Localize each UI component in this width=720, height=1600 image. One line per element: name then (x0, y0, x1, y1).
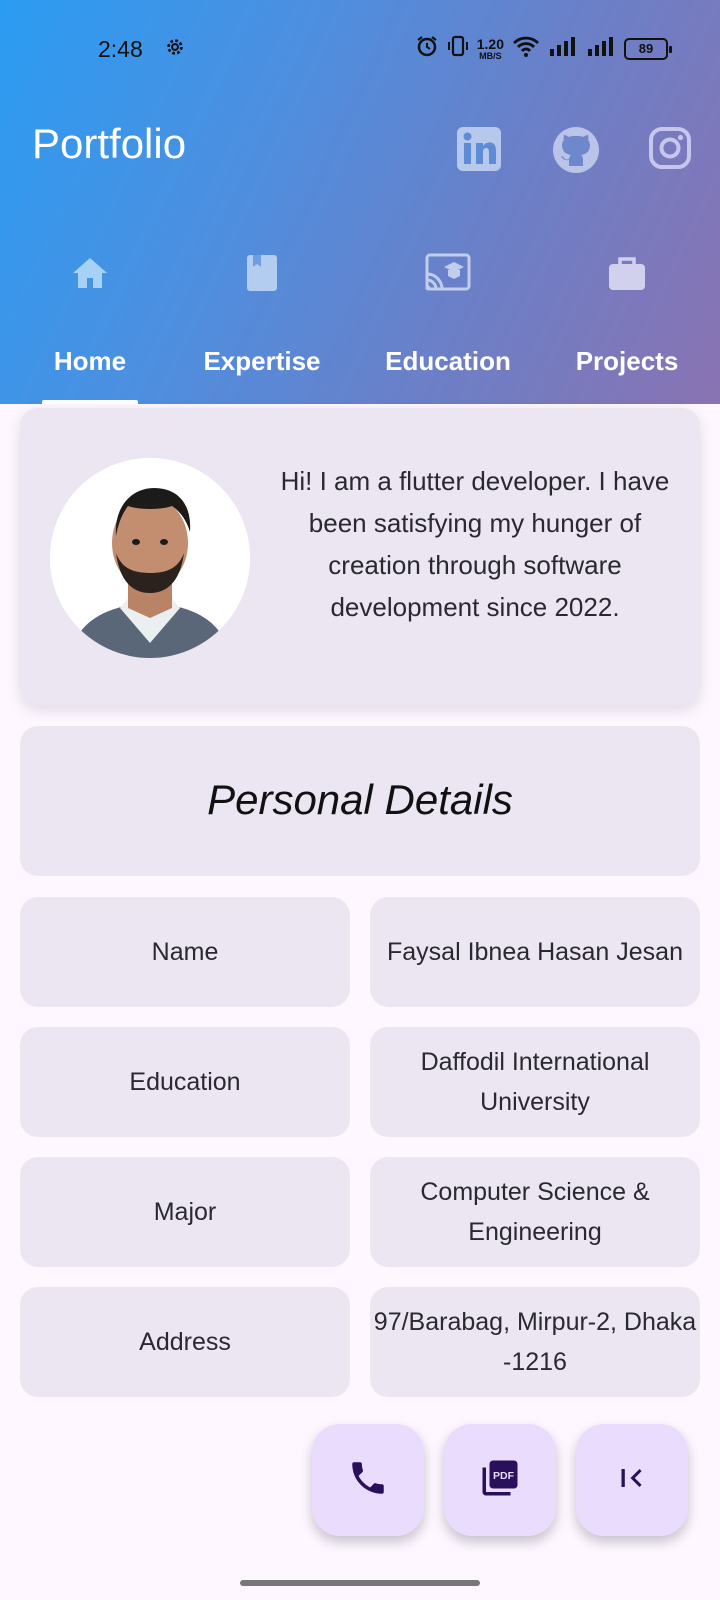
personal-details-card: Personal Details (20, 726, 700, 876)
pdf-icon: PDF (479, 1457, 521, 1504)
settings-gear-icon (164, 36, 186, 63)
detail-value-major: Computer Science & Engineering (370, 1157, 700, 1267)
phone-icon (347, 1457, 389, 1504)
svg-text:PDF: PDF (493, 1469, 515, 1481)
call-button[interactable] (312, 1424, 424, 1536)
status-time: 2:48 (98, 36, 143, 62)
network-speed-unit: MB/S (479, 50, 502, 61)
detail-value-name: Faysal Ibnea Hasan Jesan (370, 897, 700, 1007)
avatar (50, 458, 250, 658)
briefcase-icon (605, 252, 649, 299)
tab-home[interactable]: Home (5, 240, 175, 404)
alarm-icon (415, 34, 439, 63)
detail-label-education: Education (20, 1027, 350, 1137)
vibrate-icon (447, 34, 469, 63)
network-speed-value: 1.20 (476, 35, 504, 52)
intro-card: Hi! I am a flutter developer. I have bee… (20, 408, 700, 706)
tab-projects-label: Projects (575, 346, 679, 376)
network-speed: 1.20 MB/S (477, 37, 504, 61)
detail-value-address: 97/Barabag, Mirpur-2, Dhaka -1216 (370, 1287, 700, 1397)
detail-label-major: Major (20, 1157, 350, 1267)
tab-home-label: Home (53, 346, 127, 376)
tab-expertise[interactable]: Expertise (177, 240, 347, 404)
tab-education-label: Education (385, 346, 511, 376)
school-cast-icon (424, 252, 472, 299)
home-icon (69, 252, 111, 299)
tab-projects[interactable]: Projects (542, 240, 712, 404)
app-title: Portfolio (32, 120, 187, 167)
intro-text: Hi! I am a flutter developer. I have bee… (280, 466, 670, 622)
github-icon[interactable] (552, 126, 600, 174)
status-icons: 1.20 MB/S 89 (415, 34, 672, 63)
signal-icon (586, 35, 616, 62)
first-page-button[interactable] (576, 1424, 688, 1536)
resume-pdf-button[interactable]: PDF (444, 1424, 556, 1536)
book-icon (241, 252, 283, 299)
tab-education[interactable]: Education (363, 240, 533, 404)
signal-icon (548, 35, 578, 62)
battery-icon: 89 (624, 37, 672, 60)
instagram-icon[interactable] (648, 126, 696, 174)
app-header: 2:48 1.20 MB/S 89 Portfolio Home Experti… (0, 0, 720, 404)
detail-value-education: Daffodil International University (370, 1027, 700, 1137)
tab-expertise-label: Expertise (203, 346, 321, 376)
tab-indicator (42, 400, 138, 404)
gesture-home-bar[interactable] (240, 1580, 480, 1586)
wifi-icon (512, 34, 540, 63)
status-bar: 2:48 1.20 MB/S 89 (0, 26, 720, 70)
first-page-icon (614, 1460, 650, 1501)
personal-details-title: Personal Details (207, 776, 513, 823)
linkedin-icon[interactable] (456, 126, 504, 174)
detail-label-name: Name (20, 897, 350, 1007)
detail-label-address: Address (20, 1287, 350, 1397)
